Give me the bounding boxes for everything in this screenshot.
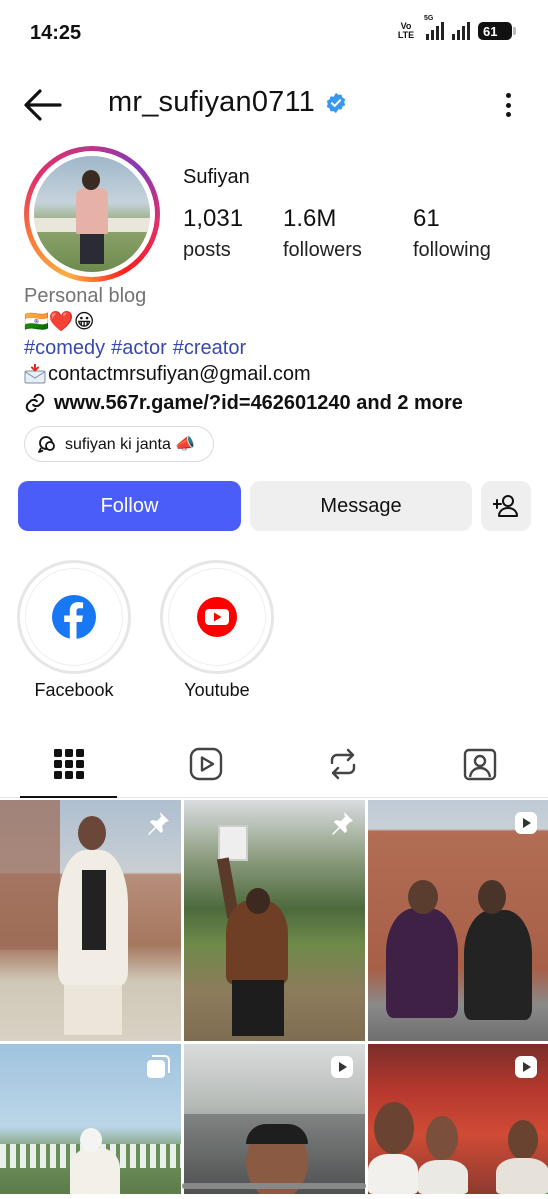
- following-stat[interactable]: 61 following: [413, 204, 491, 266]
- tab-reels[interactable]: [137, 730, 274, 797]
- profile-bio: Personal blog 🇮🇳❤️😀 #comedy #actor #crea…: [24, 283, 534, 417]
- bio-emoji-line: 🇮🇳❤️😀: [24, 311, 95, 333]
- posts-grid: [0, 800, 548, 1194]
- more-vertical-icon: [505, 93, 511, 98]
- reel-icon: [515, 1056, 537, 1078]
- reels-icon: [189, 747, 222, 780]
- posts-label: posts: [183, 239, 231, 261]
- highlight-label: Facebook: [34, 680, 114, 700]
- youtube-icon: [197, 597, 237, 637]
- hashtag-link[interactable]: #creator: [173, 335, 246, 361]
- grid-icon: [53, 748, 84, 779]
- carousel-icon: [147, 1055, 170, 1078]
- post-thumbnail[interactable]: [0, 1044, 181, 1194]
- link-icon: [25, 393, 45, 413]
- tab-reposts[interactable]: [274, 730, 411, 797]
- verified-badge-icon: [326, 92, 346, 113]
- follow-button[interactable]: Follow: [18, 481, 241, 531]
- highlight-facebook[interactable]: Facebook: [17, 560, 131, 701]
- bio-link[interactable]: www.567r.game/?id=462601240 and 2 more: [24, 389, 534, 417]
- home-indicator[interactable]: [182, 1183, 366, 1189]
- add-person-icon: [493, 495, 518, 517]
- suggested-accounts-button[interactable]: [481, 481, 531, 531]
- tagged-icon: [463, 748, 496, 780]
- facebook-icon: [52, 595, 96, 639]
- threads-icon: [38, 436, 55, 453]
- message-button[interactable]: Message: [250, 481, 472, 531]
- pin-icon: [148, 812, 169, 835]
- signal-tag: 5G: [424, 15, 434, 22]
- reposts-icon: [330, 748, 355, 779]
- hashtag-link[interactable]: #comedy: [24, 335, 105, 361]
- battery-icon: 61: [478, 22, 516, 40]
- threads-chip[interactable]: sufiyan ki janta 📣: [24, 426, 215, 462]
- battery-level: 61: [483, 23, 498, 39]
- more-options-button[interactable]: [498, 90, 518, 120]
- profile-stats: 1,031 posts 1.6M followers 61 following: [183, 204, 491, 266]
- profile-avatar[interactable]: [24, 146, 160, 282]
- posts-stat[interactable]: 1,031 posts: [183, 204, 283, 266]
- story-highlights: Facebook Youtube: [17, 560, 274, 701]
- bio-category: Personal blog: [24, 285, 147, 307]
- highlight-youtube[interactable]: Youtube: [160, 560, 274, 701]
- back-button[interactable]: [22, 88, 62, 122]
- pin-icon: [332, 812, 353, 835]
- status-icons: Vo LTE 5G 61: [394, 15, 516, 40]
- bio-hashtags: #comedy #actor #creator: [24, 335, 534, 361]
- reel-icon: [331, 1056, 353, 1078]
- incoming-mail-icon: [24, 364, 46, 384]
- following-label: following: [413, 239, 491, 261]
- display-name: Sufiyan: [183, 166, 250, 188]
- volte-icon: Vo LTE: [397, 21, 415, 40]
- avatar-image: [34, 156, 150, 272]
- posts-count: 1,031: [183, 205, 244, 232]
- post-thumbnail[interactable]: [368, 800, 548, 1041]
- followers-count: 1.6M: [283, 205, 337, 232]
- signal-icon: [452, 22, 470, 40]
- profile-tabs: [0, 730, 548, 798]
- post-thumbnail[interactable]: [184, 800, 365, 1041]
- post-thumbnail[interactable]: [184, 1044, 365, 1194]
- reel-icon: [515, 812, 537, 834]
- username: mr_sufiyan0711: [108, 86, 315, 118]
- bio-email: contactmrsufiyan@gmail.com: [24, 361, 534, 387]
- status-time: 14:25: [30, 22, 82, 44]
- hashtag-link[interactable]: #actor: [111, 335, 167, 361]
- bio-email-text[interactable]: contactmrsufiyan@gmail.com: [48, 361, 311, 387]
- followers-label: followers: [283, 239, 362, 261]
- tab-tagged[interactable]: [411, 730, 548, 797]
- followers-stat[interactable]: 1.6M followers: [283, 204, 413, 266]
- following-count: 61: [413, 205, 440, 232]
- arrow-left-icon: [24, 89, 62, 121]
- profile-actions: Follow Message: [18, 481, 531, 531]
- signal-5g-icon: 5G: [424, 15, 444, 40]
- status-bar: 14:25 Vo LTE 5G 61: [0, 0, 548, 70]
- tab-posts-grid[interactable]: [0, 730, 137, 798]
- threads-chip-label: sufiyan ki janta 📣: [65, 436, 196, 453]
- username-title: mr_sufiyan0711: [108, 86, 347, 119]
- highlight-label: Youtube: [184, 680, 250, 700]
- profile-header: mr_sufiyan0711: [0, 80, 548, 130]
- bio-link-text: www.567r.game/?id=462601240 and 2 more: [54, 392, 463, 414]
- post-thumbnail[interactable]: [0, 800, 181, 1041]
- post-thumbnail[interactable]: [368, 1044, 548, 1194]
